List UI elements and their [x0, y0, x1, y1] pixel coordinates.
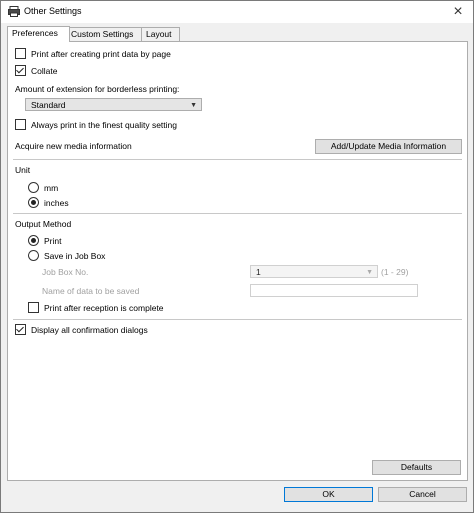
cancel-button[interactable]: Cancel [378, 487, 467, 502]
chevron-down-icon: ▼ [366, 269, 373, 276]
name-of-data-label: Name of data to be saved [42, 286, 140, 296]
tab-preferences[interactable]: Preferences [7, 26, 70, 42]
unit-mm-label: mm [44, 183, 59, 193]
name-of-data-input[interactable] [250, 284, 418, 297]
display-confirmations-label: Display all confirmation dialogs [31, 325, 148, 335]
unit-mm-row[interactable]: mm [28, 182, 58, 194]
job-box-no-label: Job Box No. [42, 267, 89, 277]
finest-quality-label: Always print in the finest quality setti… [31, 120, 177, 130]
tab-layout[interactable]: Layout [141, 27, 180, 41]
output-job-box-row[interactable]: Save in Job Box [28, 250, 105, 262]
display-confirmations-row[interactable]: Display all confirmation dialogs [15, 324, 148, 336]
print-after-creating-checkbox[interactable] [15, 48, 26, 59]
ok-button[interactable]: OK [284, 487, 373, 502]
collate-label: Collate [31, 66, 58, 76]
tab-custom-settings[interactable]: Custom Settings [66, 27, 143, 41]
print-after-reception-checkbox[interactable] [28, 302, 39, 313]
title-bar: Other Settings × [1, 1, 473, 23]
collate-row[interactable]: Collate [15, 65, 57, 77]
output-print-radio[interactable] [28, 235, 39, 246]
finest-quality-checkbox[interactable] [15, 119, 26, 130]
unit-inches-radio[interactable] [28, 197, 39, 208]
defaults-button[interactable]: Defaults [372, 460, 461, 475]
acquire-media-label: Acquire new media information [15, 141, 132, 151]
unit-inches-row[interactable]: inches [28, 197, 69, 209]
preferences-panel: Print after creating print data by page … [7, 41, 468, 481]
output-print-row[interactable]: Print [28, 235, 61, 247]
output-job-box-label: Save in Job Box [44, 251, 106, 261]
unit-inches-label: inches [44, 198, 69, 208]
separator [13, 319, 462, 320]
collate-checkbox[interactable] [15, 65, 26, 76]
print-after-creating-row[interactable]: Print after creating print data by page [15, 48, 171, 60]
chevron-down-icon: ▼ [190, 102, 197, 109]
print-after-creating-label: Print after creating print data by page [31, 49, 171, 59]
output-print-label: Print [44, 236, 62, 246]
add-update-media-button[interactable]: Add/Update Media Information [315, 139, 462, 154]
borderless-extension-select[interactable]: Standard ▼ [25, 98, 202, 111]
printer-icon [8, 6, 20, 17]
unit-label: Unit [15, 165, 31, 175]
borderless-extension-value: Standard [31, 100, 66, 110]
print-after-reception-label: Print after reception is complete [44, 303, 164, 313]
job-box-range: (1 - 29) [381, 267, 409, 277]
window-title: Other Settings [24, 6, 82, 16]
borderless-extension-label: Amount of extension for borderless print… [15, 84, 180, 94]
display-confirmations-checkbox[interactable] [15, 324, 26, 335]
output-job-box-radio[interactable] [28, 250, 39, 261]
finest-quality-row[interactable]: Always print in the finest quality setti… [15, 119, 177, 131]
other-settings-dialog: Other Settings × Preferences Custom Sett… [0, 0, 474, 513]
job-box-no-value: 1 [256, 267, 261, 277]
separator [13, 213, 462, 214]
close-icon[interactable]: × [449, 3, 467, 21]
print-after-reception-row[interactable]: Print after reception is complete [28, 302, 164, 314]
job-box-no-select[interactable]: 1 ▼ [250, 265, 378, 278]
separator [13, 159, 462, 160]
unit-mm-radio[interactable] [28, 182, 39, 193]
output-method-label: Output Method [15, 219, 72, 229]
